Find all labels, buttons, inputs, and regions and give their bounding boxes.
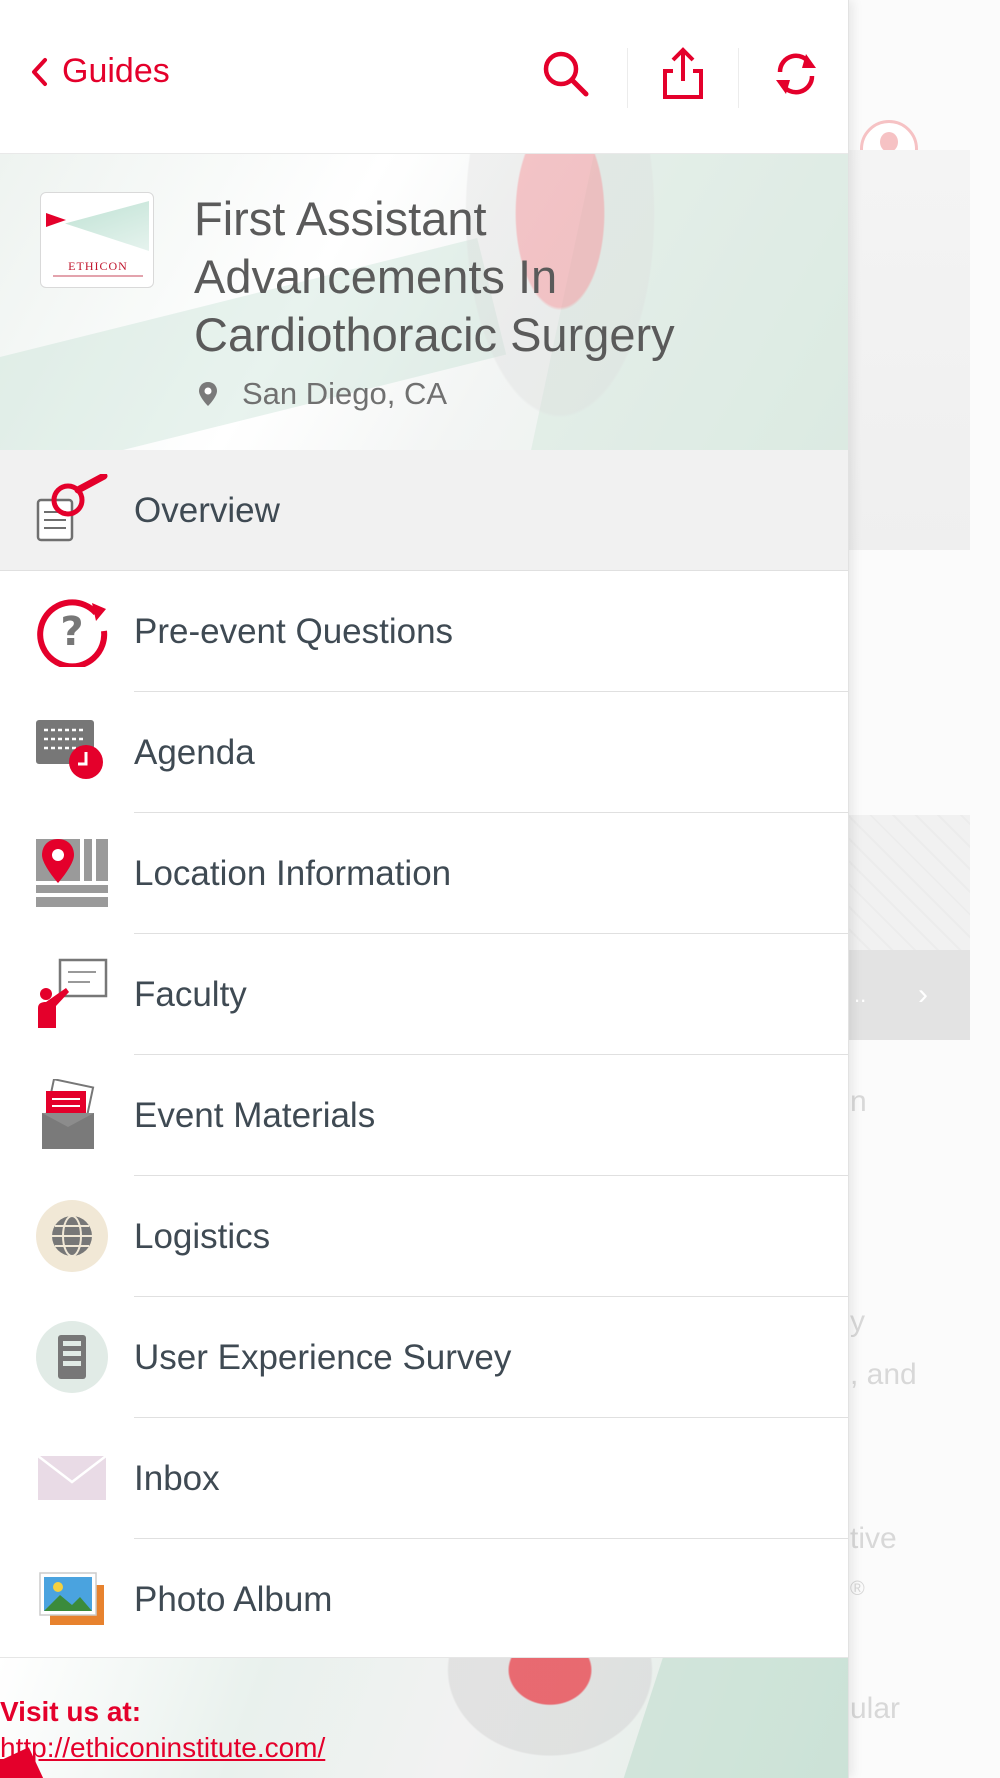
- menu-item-inbox[interactable]: Inbox: [0, 1418, 848, 1539]
- event-title-line: First Assistant: [194, 192, 487, 245]
- bg-text-fragment: , and: [850, 1358, 917, 1391]
- navigation-drawer: Guides ETHICON First Assistant Advanceme…: [0, 0, 849, 1778]
- overview-icon: [36, 474, 108, 542]
- photo-icon: [39, 1572, 104, 1625]
- menu-item-photo-album[interactable]: Photo Album: [0, 1539, 848, 1660]
- share-icon: [663, 47, 703, 99]
- survey-icon: [36, 1321, 108, 1393]
- menu-item-label: Logistics: [134, 1217, 271, 1256]
- menu-item-label: Photo Album: [134, 1580, 333, 1619]
- menu-item-agenda[interactable]: Agenda: [0, 692, 848, 813]
- menu-item-pre-event-questions[interactable]: ? Pre-event Questions: [0, 571, 848, 692]
- menu-item-overview[interactable]: Overview: [0, 450, 848, 571]
- event-title-line: Advancements In: [194, 250, 558, 303]
- footer-visit-label: Visit us at:: [0, 1696, 142, 1727]
- menu-item-label: Inbox: [134, 1459, 220, 1498]
- menu-list: Overview ? Pre-event Questions Agenda Lo…: [0, 450, 848, 1660]
- background-banner: [848, 150, 970, 550]
- bg-text-fragment: ®: [850, 1578, 865, 1600]
- bg-ellipsis: ..: [854, 982, 867, 1007]
- event-header: ETHICON First Assistant Advancements In …: [0, 154, 848, 450]
- menu-item-label: Agenda: [134, 733, 255, 772]
- event-location: San Diego, CA: [198, 376, 447, 412]
- menu-item-label: Overview: [134, 491, 280, 530]
- refresh-icon: [776, 53, 816, 95]
- top-bar: Guides: [0, 0, 848, 154]
- footer-illustration: [420, 1658, 680, 1778]
- footer-banner: Visit us at: http://ethiconinstitute.com…: [0, 1657, 848, 1778]
- back-label: Guides: [62, 52, 170, 90]
- globe-icon: [36, 1200, 108, 1272]
- ethicon-logo: ETHICON: [40, 192, 154, 288]
- menu-item-logistics[interactable]: Logistics: [0, 1176, 848, 1297]
- documents-icon: [42, 1079, 95, 1149]
- menu-item-label: User Experience Survey: [134, 1338, 512, 1377]
- menu-item-user-experience-survey[interactable]: User Experience Survey: [0, 1297, 848, 1418]
- bg-text-fragment: tive: [850, 1522, 897, 1555]
- bg-text-fragment: y: [850, 1305, 865, 1338]
- location-pin-icon: [199, 382, 217, 406]
- event-title: First Assistant Advancements In Cardioth…: [194, 190, 814, 364]
- menu-item-label: Faculty: [134, 975, 247, 1014]
- toolbar-divider: [627, 48, 628, 108]
- event-title-line: Cardiothoracic Surgery: [194, 308, 675, 361]
- back-button[interactable]: Guides: [30, 52, 170, 91]
- chevron-right-icon: ›: [918, 978, 928, 1011]
- agenda-icon: [36, 720, 103, 779]
- background-map-bar[interactable]: .. ›: [848, 950, 970, 1040]
- menu-item-location-information[interactable]: Location Information: [0, 813, 848, 934]
- menu-item-label: Event Materials: [134, 1096, 376, 1135]
- menu-item-label: Location Information: [134, 854, 452, 893]
- logo-wordmark: ETHICON: [68, 259, 128, 273]
- search-icon: [543, 51, 589, 97]
- question-icon: ?: [37, 599, 108, 667]
- toolbar-divider: [738, 48, 739, 108]
- map-pin-icon: [36, 839, 108, 907]
- bg-text-fragment: ular: [850, 1692, 901, 1725]
- envelope-icon: [37, 1455, 107, 1500]
- menu-item-faculty[interactable]: Faculty: [0, 934, 848, 1055]
- refresh-button[interactable]: [766, 44, 826, 104]
- bg-text-fragment: n: [850, 1085, 867, 1118]
- chevron-left-icon: [32, 57, 47, 86]
- share-button[interactable]: [653, 44, 713, 104]
- search-button[interactable]: [536, 44, 596, 104]
- menu-item-label: Pre-event Questions: [134, 612, 454, 651]
- menu-item-event-materials[interactable]: Event Materials: [0, 1055, 848, 1176]
- svg-text:?: ?: [60, 609, 83, 655]
- presenter-icon: [38, 958, 108, 1028]
- location-text: San Diego, CA: [242, 376, 448, 411]
- footer-website-link[interactable]: http://ethiconinstitute.com/: [0, 1732, 325, 1764]
